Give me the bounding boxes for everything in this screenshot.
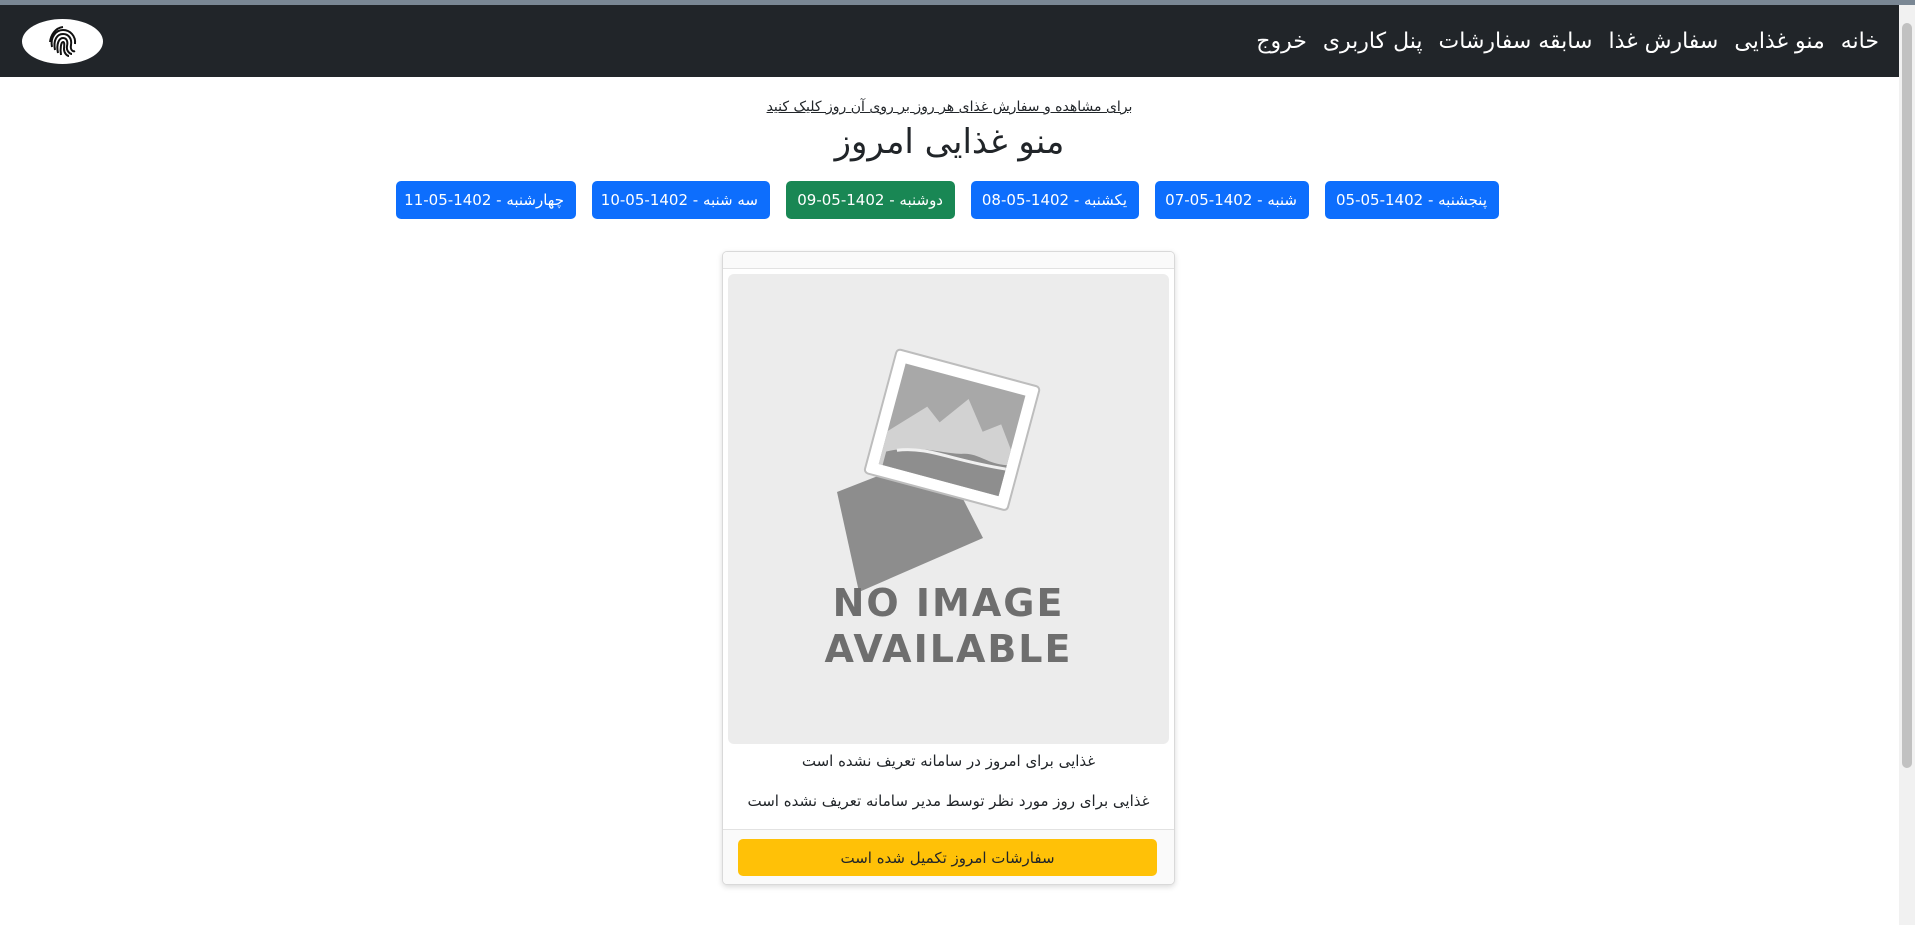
nav-links: خانه منو غذایی سفارش غذا سابقه سفارشات پ…: [1256, 5, 1879, 77]
day-button-active[interactable]: دوشنبه - 1402-05-09: [786, 181, 955, 219]
day-button[interactable]: سه شنبه - 1402-05-10: [592, 181, 770, 219]
nav-link-logout[interactable]: خروج: [1256, 29, 1307, 54]
nav-link-user-panel[interactable]: پنل کاربری: [1323, 29, 1423, 54]
page-title: منو غذایی امروز: [834, 122, 1065, 162]
scrollbar-thumb[interactable]: [1902, 23, 1912, 768]
day-button[interactable]: یکشنبه - 1402-05-08: [971, 181, 1139, 219]
card-text-no-food-defined: غذایی برای روز مورد نظر توسط مدیر سامانه…: [747, 792, 1150, 810]
nav-link-order-history[interactable]: سابقه سفارشات: [1439, 29, 1593, 54]
fingerprint-logo-icon: [48, 25, 76, 57]
card-text-no-food-today: غذایی برای امروز در سامانه تعریف نشده اس…: [801, 752, 1096, 770]
menu-card: NO IMAGE AVAILABLE غذایی برای امروز در س…: [722, 251, 1175, 885]
hint-container: برای مشاهده و سفارش غذای هر روز بر روی آ…: [0, 96, 1899, 115]
logo[interactable]: [22, 19, 103, 64]
day-selector: پنجشنبه - 1402-05-05 شنبه - 1402-05-07 ی…: [396, 181, 1499, 219]
page-scrollbar[interactable]: [1899, 5, 1915, 925]
navbar: خانه منو غذایی سفارش غذا سابقه سفارشات پ…: [0, 5, 1899, 77]
orders-complete-button[interactable]: سفارشات امروز تکمیل شده است: [738, 839, 1157, 876]
no-image-text-line2: AVAILABLE: [824, 627, 1073, 671]
nav-link-home[interactable]: خانه: [1841, 29, 1879, 54]
photo-placeholder-icon: [837, 348, 1041, 592]
no-image-text-line1: NO IMAGE: [832, 581, 1065, 625]
day-button[interactable]: چهارشنبه - 1402-05-11: [396, 181, 576, 219]
card-footer: سفارشات امروز تکمیل شده است: [723, 829, 1174, 884]
nav-link-order-food[interactable]: سفارش غذا: [1608, 29, 1718, 54]
no-image-placeholder: NO IMAGE AVAILABLE: [728, 274, 1169, 744]
nav-link-food-menu[interactable]: منو غذایی: [1734, 29, 1824, 54]
day-button[interactable]: پنجشنبه - 1402-05-05: [1325, 181, 1499, 219]
hint-link[interactable]: برای مشاهده و سفارش غذای هر روز بر روی آ…: [767, 99, 1133, 115]
day-button[interactable]: شنبه - 1402-05-07: [1155, 181, 1309, 219]
card-header: [723, 252, 1174, 269]
